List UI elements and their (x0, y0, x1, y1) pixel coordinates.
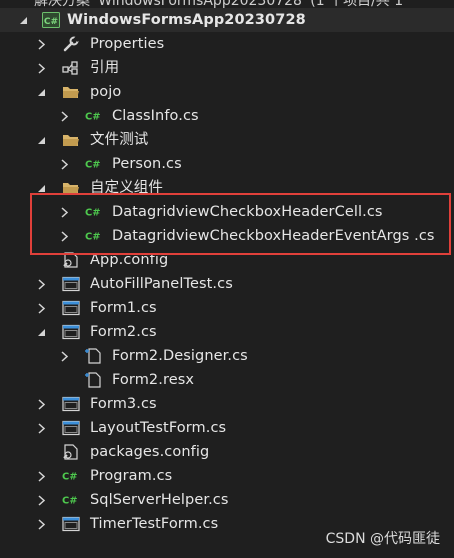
project-name: WindowsFormsApp20230728 (67, 12, 306, 28)
designer-file-icon (85, 348, 103, 364)
collapse-arrow-icon[interactable] (36, 134, 46, 146)
config-file-icon (62, 444, 80, 460)
tree-node-label: Form2.cs (90, 324, 157, 340)
form-icon (62, 276, 80, 292)
tree-node-file[interactable]: C# Person.cs (0, 152, 454, 176)
expand-arrow-icon[interactable] (59, 158, 69, 170)
tree-node-label: Properties (90, 36, 165, 52)
form-icon (62, 420, 80, 436)
expand-arrow-icon[interactable] (36, 494, 46, 506)
tree-node-folder-filetest[interactable]: 文件测试 (0, 128, 454, 152)
svg-text:C#: C# (85, 112, 101, 123)
tree-node-label: Form3.cs (90, 396, 157, 412)
svg-text:C#: C# (62, 472, 78, 483)
tree-node-label: Form1.cs (90, 300, 157, 316)
csharp-file-icon: C# (85, 156, 103, 172)
tree-node-folder-pojo[interactable]: pojo (0, 80, 454, 104)
tree-node-label: 文件测试 (90, 132, 149, 148)
expand-arrow-icon[interactable] (36, 422, 46, 434)
tree-node-properties[interactable]: Properties (0, 32, 454, 56)
collapse-arrow-icon[interactable] (36, 326, 46, 338)
svg-text:C#: C# (85, 160, 101, 171)
tree-node-label: LayoutTestForm.cs (90, 420, 227, 436)
tree-node-label: packages.config (90, 444, 210, 460)
collapse-arrow-icon[interactable] (36, 86, 46, 98)
tree-node-references[interactable]: 引用 (0, 56, 454, 80)
wrench-icon (62, 36, 80, 52)
csharp-file-icon: C# (85, 108, 103, 124)
watermark: CSDN @代码匪徒 (325, 531, 440, 547)
form-icon (62, 324, 80, 340)
expand-arrow-icon[interactable] (36, 518, 46, 530)
expand-arrow-icon[interactable] (36, 278, 46, 290)
solution-explorer-tree: 解决方案 'WindowsFormsApp20230728' (1 个项目/共 … (0, 0, 454, 558)
tree-node-label: SqlServerHelper.cs (90, 492, 229, 508)
csharp-file-icon: C# (62, 468, 80, 484)
form-icon (62, 396, 80, 412)
tree-node-file[interactable]: Form2.resx (0, 368, 454, 392)
tree-node-file[interactable]: Form2.Designer.cs (0, 344, 454, 368)
expand-arrow-icon[interactable] (59, 110, 69, 122)
tree-node-label: Form2.Designer.cs (112, 348, 248, 364)
project-node[interactable]: C# WindowsFormsApp20230728 (0, 8, 454, 32)
tree-node-file[interactable]: C# SqlServerHelper.cs (0, 488, 454, 512)
folder-open-icon (62, 132, 80, 148)
resx-file-icon (85, 372, 103, 388)
expand-arrow-icon[interactable] (36, 38, 46, 50)
tree-node-label: TimerTestForm.cs (90, 516, 219, 532)
expand-arrow-icon[interactable] (36, 62, 46, 74)
tree-node-file[interactable]: packages.config (0, 440, 454, 464)
expand-arrow-icon[interactable] (59, 350, 69, 362)
tree-node-label: pojo (90, 84, 122, 100)
csharp-file-icon: C# (62, 492, 80, 508)
expand-arrow-icon[interactable] (36, 470, 46, 482)
form-icon (62, 300, 80, 316)
expand-arrow-icon[interactable] (36, 302, 46, 314)
tree-node-file[interactable]: AutoFillPanelTest.cs (0, 272, 454, 296)
collapse-arrow-icon[interactable] (18, 14, 28, 26)
tree-node-file[interactable]: C# Program.cs (0, 464, 454, 488)
tree-node-label: Program.cs (90, 468, 173, 484)
tree-node-label: 引用 (90, 60, 120, 76)
tree-node-label: AutoFillPanelTest.cs (90, 276, 233, 292)
tree-node-file[interactable]: LayoutTestForm.cs (0, 416, 454, 440)
tree-node-label: Person.cs (112, 156, 182, 172)
folder-open-icon (62, 84, 80, 100)
references-icon (62, 60, 80, 76)
svg-text:C#: C# (44, 17, 58, 27)
svg-text:C#: C# (62, 496, 78, 507)
tree-node-label: Form2.resx (112, 372, 195, 388)
tree-node-label: ClassInfo.cs (112, 108, 199, 124)
csharp-project-icon: C# (42, 12, 60, 28)
tree-node-file[interactable]: Form1.cs (0, 296, 454, 320)
form-icon (62, 516, 80, 532)
tree-node-file[interactable]: C# ClassInfo.cs (0, 104, 454, 128)
expand-arrow-icon[interactable] (36, 398, 46, 410)
tree-node-file[interactable]: Form3.cs (0, 392, 454, 416)
tree-node-file[interactable]: Form2.cs (0, 320, 454, 344)
highlight-annotation-box (30, 193, 451, 255)
